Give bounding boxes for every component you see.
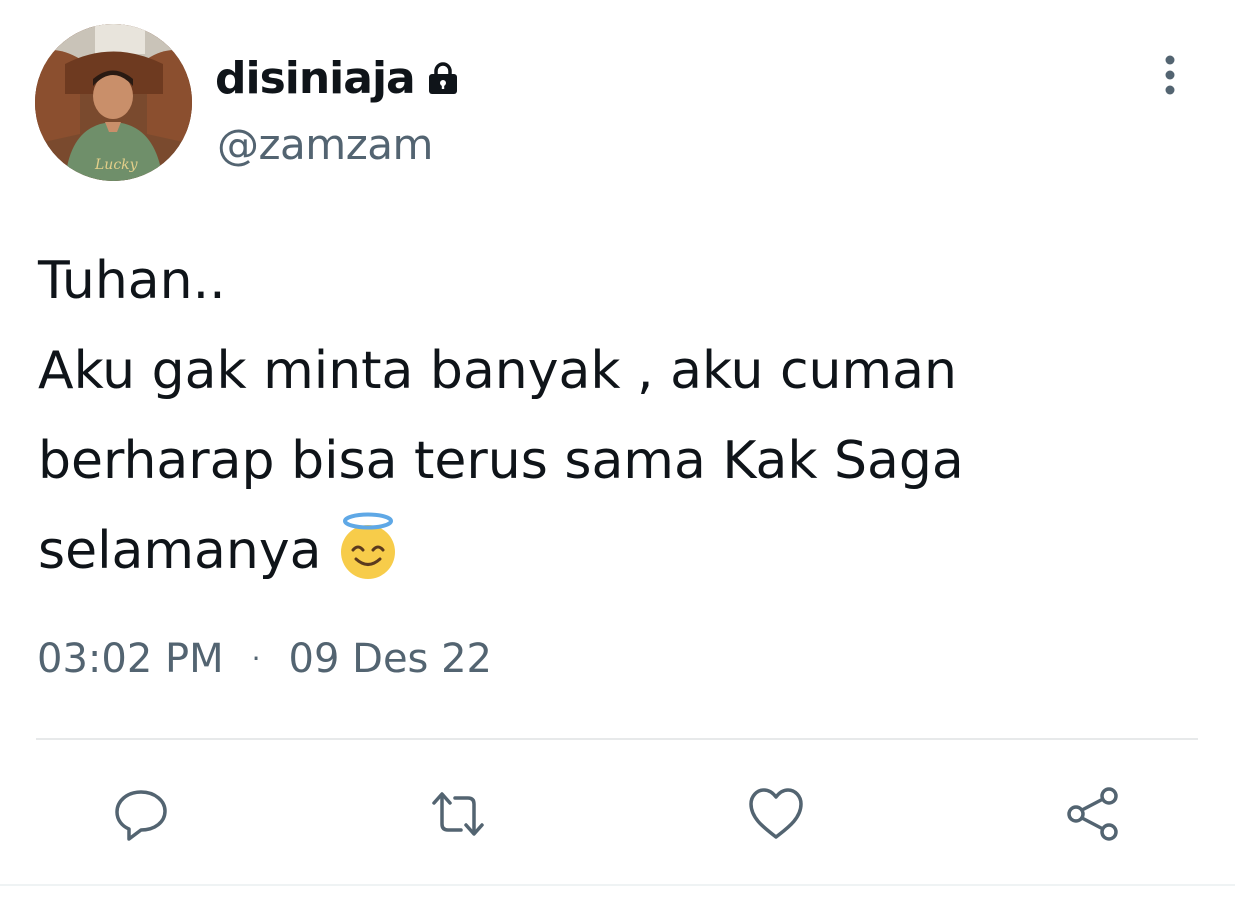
tweet-meta: 03:02 PM · 09 Des 22: [37, 634, 492, 684]
lock-icon: [423, 59, 463, 99]
tweet-card: Lucky disiniaja @zamzam Tuhan.. Aku gak …: [0, 0, 1235, 903]
smiling-face-with-halo-icon: [334, 512, 402, 580]
more-vertical-icon[interactable]: [1150, 54, 1190, 96]
svg-text:Lucky: Lucky: [94, 157, 139, 173]
avatar[interactable]: Lucky: [35, 24, 192, 181]
tweet-text-line: selamanya: [38, 521, 322, 581]
tweet-text: Tuhan.. Aku gak minta banyak , aku cuman…: [38, 236, 1138, 596]
tweet-text-last-line: selamanya: [38, 506, 1138, 596]
tweet-text-line: berharap bisa terus sama Kak Saga: [38, 431, 964, 491]
user-handle[interactable]: @zamzam: [217, 124, 433, 166]
display-name[interactable]: disiniaja: [215, 57, 416, 101]
display-name-row: disiniaja: [215, 52, 463, 106]
tweet-date[interactable]: 09 Des 22: [289, 634, 492, 684]
retweet-icon[interactable]: [428, 784, 488, 844]
tweet-text-line: Tuhan..: [38, 251, 226, 311]
meta-separator: ·: [251, 642, 261, 675]
divider: [36, 738, 1198, 740]
share-icon[interactable]: [1063, 784, 1123, 844]
tweet-text-line: Aku gak minta banyak , aku cuman: [38, 341, 957, 401]
tweet-time[interactable]: 03:02 PM: [37, 634, 224, 684]
bottom-border: [0, 884, 1235, 886]
heart-icon[interactable]: [746, 784, 806, 844]
reply-icon[interactable]: [111, 784, 171, 844]
